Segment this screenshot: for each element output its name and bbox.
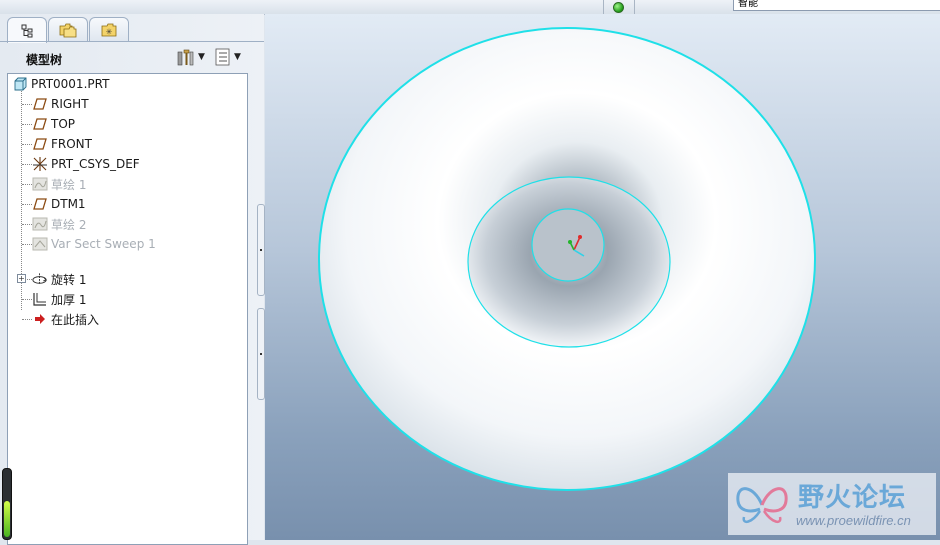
tree-node-label: Var Sect Sweep 1 [51,237,156,251]
favorites-icon: ✳ [101,23,117,37]
csys-icon [31,156,48,172]
datum-plane-icon [31,196,48,212]
progress-fill [4,501,10,537]
tree-node-revolve[interactable]: 旋转 1 [31,270,86,288]
revolve-icon [31,271,48,287]
tree-node-label: TOP [51,117,76,131]
svg-text:✳: ✳ [106,28,113,37]
status-separator [634,0,635,14]
tab-strip-divider [0,41,264,42]
tree-node-insert-here[interactable]: 在此插入 [31,310,99,328]
tree-node-label: 在此插入 [51,312,100,327]
tree-node-dtm1[interactable]: DTM1 [31,195,86,213]
datum-plane-icon [31,116,48,132]
tab-model-tree[interactable] [7,17,47,43]
tree-node-part[interactable]: PRT0001.PRT [11,75,109,93]
regen-status-light-icon[interactable] [613,2,624,13]
tree-settings-button[interactable]: ▼ [176,46,208,68]
folder-icon [59,23,77,38]
tree-node-label: 旋转 1 [51,272,87,287]
graphics-viewport[interactable] [265,14,940,540]
navigator-panel: ✳ 模型树 ▼ ▼ + PRT0001.PRT RIGHT TOP FRONT … [0,14,265,545]
model-render [318,27,816,491]
splitter-handle[interactable] [257,308,265,400]
splitter-grip [260,249,262,251]
sweep-icon [31,236,48,252]
tree-node-label: RIGHT [51,97,89,111]
watermark-url: www.proewildfire.cn [796,513,911,528]
tree-node-label: DTM1 [51,197,86,211]
butterfly-logo-icon [736,487,788,524]
tree-settings-icon [177,49,194,66]
tree-node-sketch-2[interactable]: 草绘 2 [31,215,86,233]
sketch-icon [31,176,48,192]
insert-here-arrow-icon [31,311,48,327]
tab-folder-browser[interactable] [48,17,88,42]
tree-node-label: PRT0001.PRT [31,77,110,91]
tree-node-sketch-1[interactable]: 草绘 1 [31,175,86,193]
status-bar: 智能 [0,0,940,15]
tree-node-label: PRT_CSYS_DEF [51,157,140,171]
tree-node-label: 加厚 1 [51,292,87,307]
panel-splitter[interactable] [257,204,265,400]
chevron-down-icon: ▼ [234,52,241,62]
selection-filter-dropdown[interactable]: 智能 [733,0,940,11]
tree-show-icon [215,48,230,66]
datum-plane-icon [31,96,48,112]
model-tree[interactable]: + PRT0001.PRT RIGHT TOP FRONT PRT_CSYS_D… [7,73,248,545]
watermark-title: 野火论坛 [798,483,907,513]
status-separator [603,0,604,14]
tree-node-top[interactable]: TOP [31,115,75,133]
splitter-handle[interactable] [257,204,265,296]
tree-node-label: 草绘 2 [51,217,87,232]
thicken-icon [31,291,48,307]
tree-node-thicken[interactable]: 加厚 1 [31,290,86,308]
tree-node-csys[interactable]: PRT_CSYS_DEF [31,155,140,173]
sketch-icon [31,216,48,232]
tree-show-button[interactable]: ▼ [214,46,248,68]
tree-node-label: FRONT [51,137,92,151]
forum-watermark: 野火论坛 www.proewildfire.cn [728,473,936,535]
part-icon [11,76,28,92]
splitter-grip [260,353,262,355]
chevron-down-icon: ▼ [198,52,205,62]
tree-node-front[interactable]: FRONT [31,135,92,153]
progress-indicator [2,468,12,540]
selection-filter-value: 智能 [738,0,758,9]
tree-node-var-sect-sweep[interactable]: Var Sect Sweep 1 [31,235,156,253]
tree-node-right[interactable]: RIGHT [31,95,89,113]
datum-plane-icon [31,136,48,152]
tab-favorites[interactable]: ✳ [89,17,129,42]
model-tree-title: 模型树 [26,53,63,67]
center-hub [531,208,605,282]
model-tree-icon [21,24,33,37]
tree-node-label: 草绘 1 [51,177,87,192]
